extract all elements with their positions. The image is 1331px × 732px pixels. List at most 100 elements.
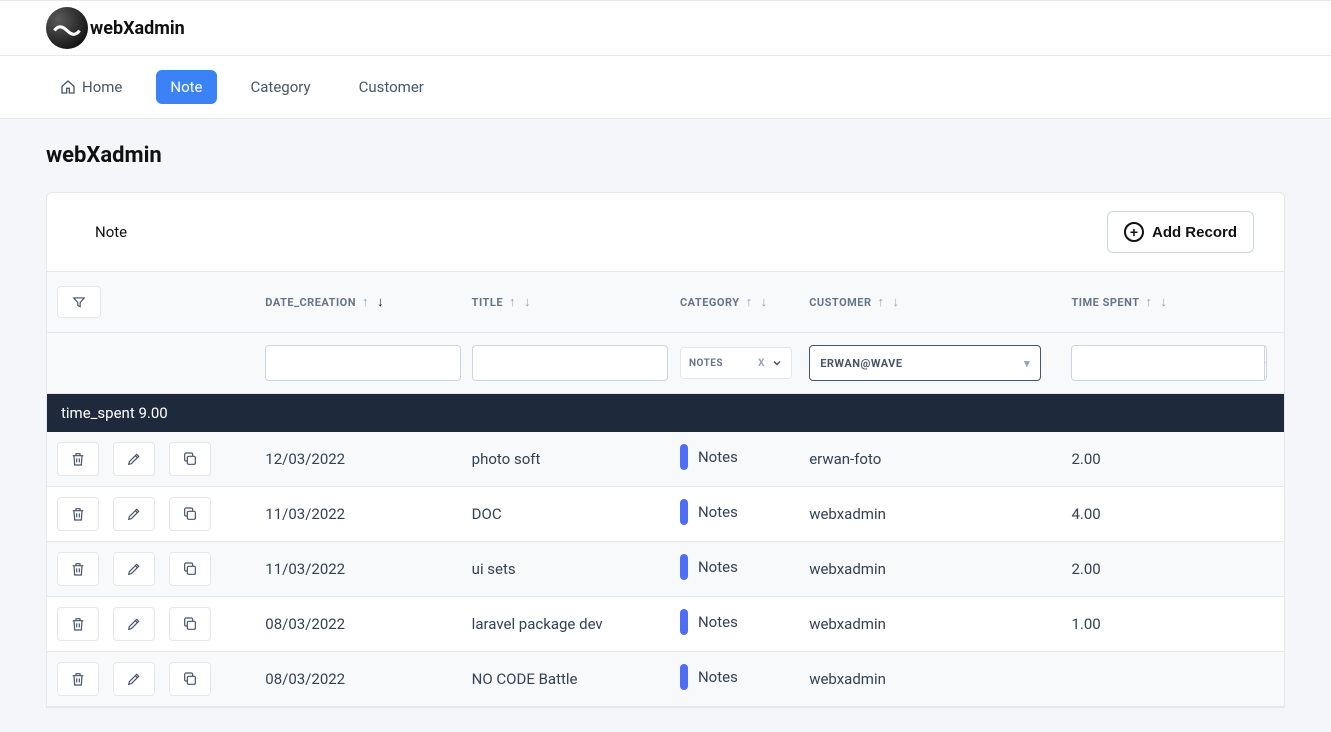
cell-date: 08/03/2022 (265, 670, 471, 688)
sort-desc-icon[interactable]: ↓ (377, 294, 384, 310)
cell-date: 12/03/2022 (265, 450, 471, 468)
spin-up-icon[interactable]: ▲ (1265, 346, 1267, 363)
card-title: Note (95, 223, 127, 241)
cell-time: 1.00 (1071, 615, 1274, 633)
col-header-customer[interactable]: CUSTOMER ↑↓ (809, 294, 1071, 310)
logo-mark (46, 7, 88, 49)
main-nav: Home Note Category Customer (0, 56, 1331, 119)
edit-button[interactable] (113, 442, 155, 476)
sort-asc-icon[interactable]: ↑ (878, 294, 885, 310)
filter-time-input-wrap: ▲ ▼ (1071, 345, 1267, 381)
page-content: webXadmin Note + Add Record DATE_CREATIO… (0, 119, 1331, 732)
sort-asc-icon[interactable]: ↑ (509, 294, 516, 310)
cell-category: Notes (680, 499, 809, 529)
cell-date: 11/03/2022 (265, 560, 471, 578)
page-title: webXadmin (46, 143, 1285, 168)
cell-title: DOC (472, 505, 680, 523)
duplicate-button[interactable] (169, 552, 211, 586)
filter-category-value: NOTES (689, 358, 723, 369)
delete-button[interactable] (57, 607, 99, 641)
brand-name: webXadmin (90, 18, 185, 39)
chevron-down-icon (771, 357, 783, 369)
nav-note-label: Note (170, 78, 202, 96)
sort-asc-icon[interactable]: ↑ (746, 294, 753, 310)
table-row: 12/03/2022photo softNoteserwan-foto2.00 (47, 432, 1284, 487)
card-header: Note + Add Record (47, 193, 1284, 271)
col-header-time[interactable]: TIME SPENT ↑↓ (1071, 294, 1274, 310)
filter-date-input[interactable] (265, 345, 461, 381)
cell-category: Notes (680, 609, 809, 639)
clear-tag-icon[interactable]: X (758, 358, 765, 369)
filter-category-select[interactable]: NOTES X (680, 347, 792, 379)
col-header-title[interactable]: TITLE ↑↓ (472, 294, 680, 310)
cell-title: laravel package dev (472, 615, 680, 633)
delete-button[interactable] (57, 497, 99, 531)
sort-asc-icon[interactable]: ↑ (1146, 294, 1153, 310)
duplicate-button[interactable] (169, 662, 211, 696)
sort-asc-icon[interactable]: ↑ (362, 294, 369, 310)
sort-desc-icon[interactable]: ↓ (893, 294, 900, 310)
table-row: 08/03/2022NO CODE BattleNoteswebxadmin (47, 652, 1284, 707)
cell-title: NO CODE Battle (472, 670, 680, 688)
group-row: time_spent 9.00 (47, 394, 1284, 432)
filter-time-input[interactable] (1072, 346, 1264, 380)
filter-toggle-button[interactable] (57, 286, 101, 318)
cell-time: 2.00 (1071, 450, 1274, 468)
cell-date: 08/03/2022 (265, 615, 471, 633)
plus-circle-icon: + (1124, 222, 1144, 242)
sort-desc-icon[interactable]: ↓ (761, 294, 768, 310)
edit-button[interactable] (113, 497, 155, 531)
table-row: 11/03/2022DOCNoteswebxadmin4.00 (47, 487, 1284, 542)
add-record-label: Add Record (1152, 224, 1237, 241)
cell-title: ui sets (472, 560, 680, 578)
cell-customer: erwan-foto (809, 450, 1071, 468)
cell-title: photo soft (472, 450, 680, 468)
filter-title-input[interactable] (472, 345, 668, 381)
cell-category: Notes (680, 664, 809, 694)
delete-button[interactable] (57, 552, 99, 586)
category-color-pill (680, 444, 688, 470)
wave-icon (52, 13, 82, 43)
nav-home-label: Home (82, 78, 122, 96)
duplicate-button[interactable] (169, 442, 211, 476)
add-record-button[interactable]: + Add Record (1107, 211, 1254, 253)
table-row: 08/03/2022laravel package devNoteswebxad… (47, 597, 1284, 652)
cell-category: Notes (680, 554, 809, 584)
edit-button[interactable] (113, 662, 155, 696)
nav-note[interactable]: Note (156, 70, 216, 104)
delete-button[interactable] (57, 442, 99, 476)
home-icon (60, 79, 76, 95)
sort-desc-icon[interactable]: ↓ (524, 294, 531, 310)
cell-category: Notes (680, 444, 809, 474)
data-card: Note + Add Record DATE_CREATION ↑↓ TITLE (46, 192, 1285, 708)
cell-time: 2.00 (1071, 560, 1274, 578)
col-header-date[interactable]: DATE_CREATION ↑↓ (265, 294, 471, 310)
caret-down-icon: ▾ (1024, 357, 1030, 370)
category-color-pill (680, 499, 688, 525)
edit-button[interactable] (113, 607, 155, 641)
cell-customer: webxadmin (809, 505, 1071, 523)
category-color-pill (680, 664, 688, 690)
edit-button[interactable] (113, 552, 155, 586)
duplicate-button[interactable] (169, 497, 211, 531)
spin-down-icon[interactable]: ▼ (1265, 363, 1267, 380)
duplicate-button[interactable] (169, 607, 211, 641)
filter-customer-value: ERWAN@WAVE (820, 357, 902, 370)
number-spinner: ▲ ▼ (1264, 346, 1267, 380)
topbar: webXadmin (0, 0, 1331, 56)
category-color-pill (680, 554, 688, 580)
grid-header-row: DATE_CREATION ↑↓ TITLE ↑↓ CATEGORY ↑↓ CU… (47, 271, 1284, 333)
filter-customer-select[interactable]: ERWAN@WAVE ▾ (809, 345, 1041, 381)
sort-desc-icon[interactable]: ↓ (1161, 294, 1168, 310)
table-row: 11/03/2022ui setsNoteswebxadmin2.00 (47, 542, 1284, 597)
category-color-pill (680, 609, 688, 635)
cell-customer: webxadmin (809, 670, 1071, 688)
cell-date: 11/03/2022 (265, 505, 471, 523)
col-header-category[interactable]: CATEGORY ↑↓ (680, 294, 809, 310)
cell-time: 4.00 (1071, 505, 1274, 523)
funnel-icon (72, 295, 86, 309)
nav-home[interactable]: Home (46, 70, 136, 104)
nav-customer[interactable]: Customer (345, 70, 438, 104)
nav-category[interactable]: Category (237, 70, 325, 104)
delete-button[interactable] (57, 662, 99, 696)
